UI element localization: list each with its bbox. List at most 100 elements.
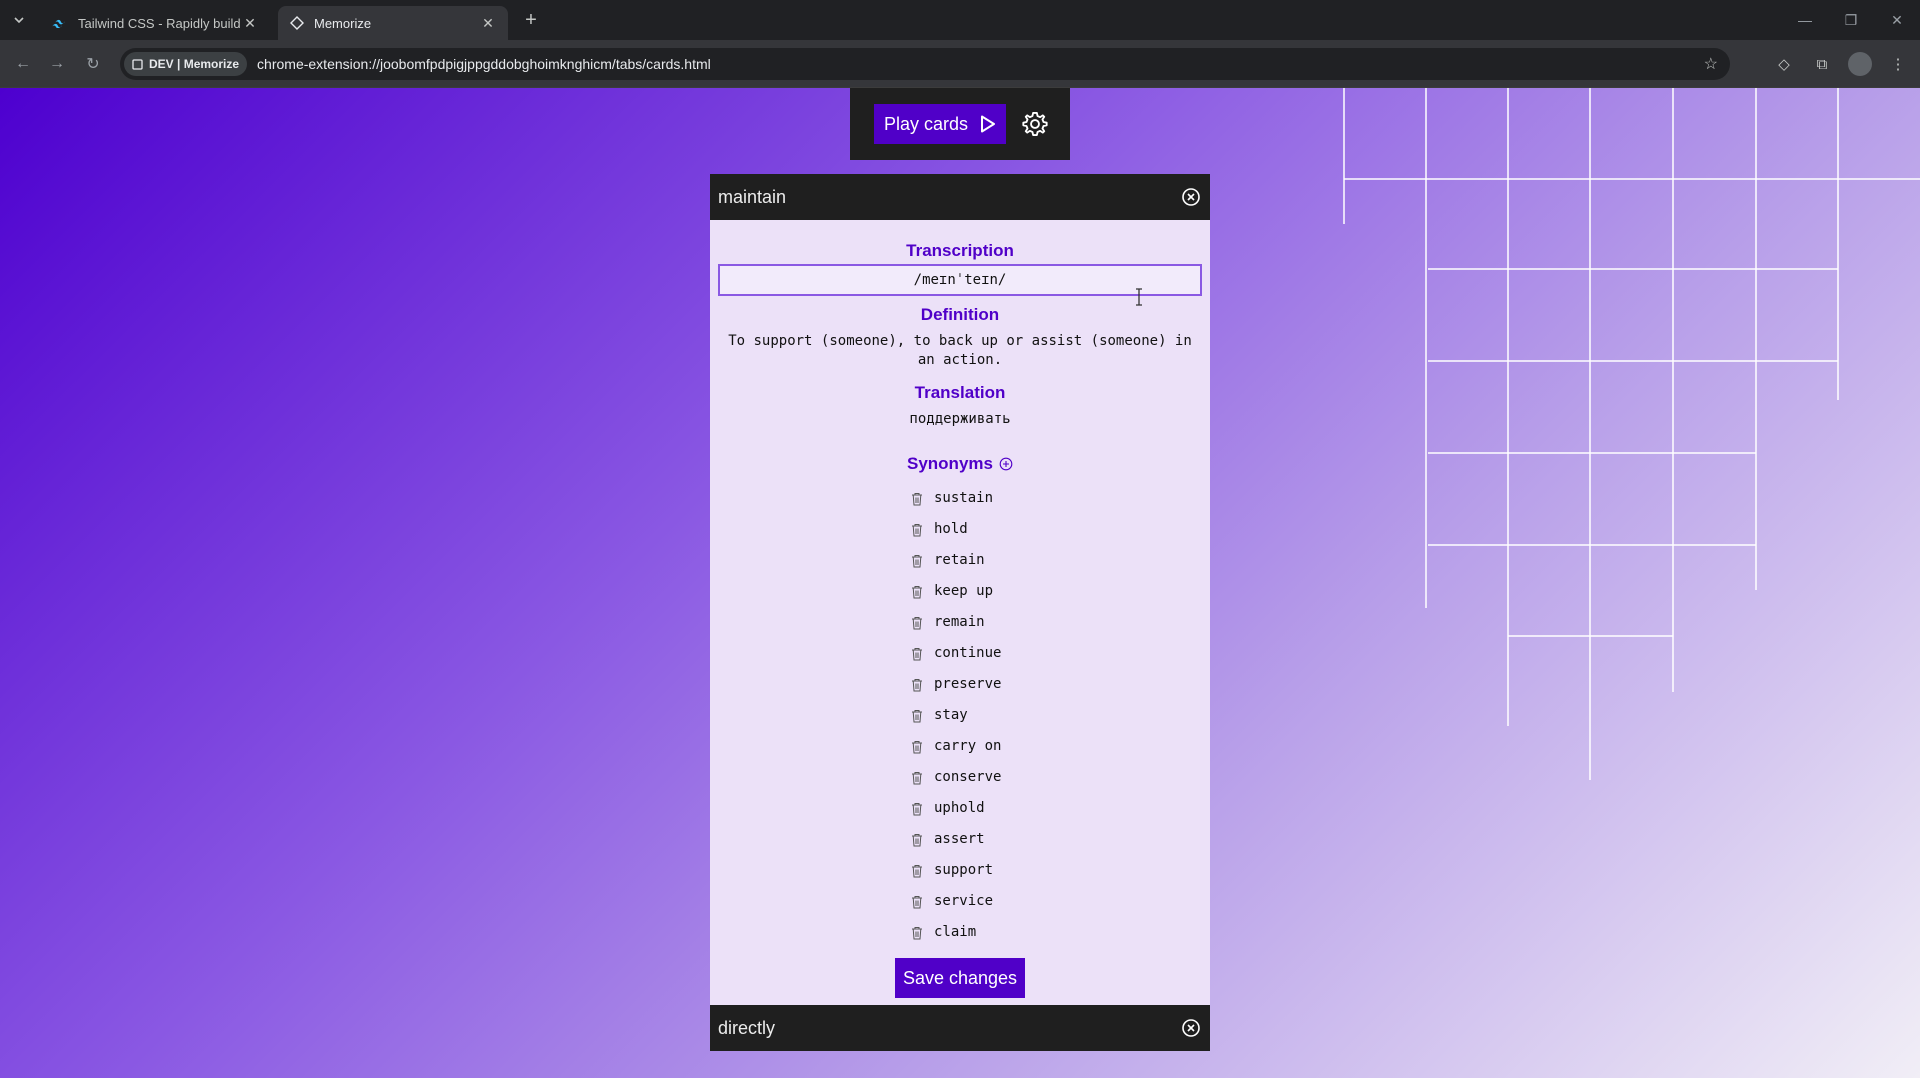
synonym-item: conserve <box>910 762 1030 793</box>
play-cards-button[interactable]: Play cards <box>874 104 1007 144</box>
transcription-input[interactable] <box>718 264 1202 296</box>
synonym-text[interactable]: continue <box>934 644 1001 663</box>
synonym-item: service <box>910 886 1030 917</box>
synonym-text[interactable]: service <box>934 892 993 911</box>
trash-icon[interactable] <box>910 615 924 631</box>
restore-icon[interactable]: ❐ <box>1828 0 1874 40</box>
new-tab-button[interactable]: + <box>520 9 542 31</box>
bookmark-star-icon[interactable]: ☆ <box>1704 54 1718 74</box>
tab-title: Tailwind CSS - Rapidly build m <box>78 15 242 31</box>
synonym-text[interactable]: support <box>934 861 993 880</box>
synonym-text[interactable]: assert <box>934 830 985 849</box>
back-icon[interactable]: ← <box>12 53 34 75</box>
trash-icon[interactable] <box>910 646 924 662</box>
reload-icon[interactable]: ↻ <box>82 53 104 75</box>
save-changes-button[interactable]: Save changes <box>894 958 1026 998</box>
trash-icon[interactable] <box>910 739 924 755</box>
synonym-item: stay <box>910 700 1030 731</box>
trash-icon[interactable] <box>910 584 924 600</box>
play-cards-label: Play cards <box>884 113 969 134</box>
profile-avatar[interactable] <box>1848 52 1872 76</box>
tab-memorize[interactable]: Memorize ✕ <box>278 6 508 40</box>
tailwind-favicon-icon <box>52 19 65 28</box>
add-synonym-icon[interactable] <box>999 457 1013 471</box>
synonym-text[interactable]: keep up <box>934 582 993 601</box>
toolbar-actions: ◇ ⧉ ⋮ <box>1772 52 1910 76</box>
synonym-text[interactable]: claim <box>934 923 976 942</box>
tab-title: Memorize <box>314 15 372 31</box>
synonym-item: remain <box>910 607 1030 638</box>
site-info-chip[interactable]: DEV | Memorize <box>124 52 248 76</box>
trash-icon[interactable] <box>910 894 924 910</box>
card-word: maintain <box>718 186 787 207</box>
tab-search-button[interactable] <box>8 9 30 31</box>
controls-panel: Play cards <box>850 88 1070 160</box>
synonym-item: retain <box>910 545 1030 576</box>
window-controls: — ❐ ✕ <box>1782 0 1920 40</box>
text-cursor-icon <box>1136 288 1142 306</box>
synonym-text[interactable]: hold <box>934 520 968 539</box>
url-text: chrome-extension://joobomfpdpigjppgddobg… <box>257 56 711 72</box>
page-background: Play cards maintain Transcription Defini… <box>0 88 1920 1078</box>
synonym-item: uphold <box>910 793 1030 824</box>
translation-label: Translation <box>914 383 1006 402</box>
synonym-text[interactable]: conserve <box>934 768 1001 787</box>
trash-icon[interactable] <box>910 553 924 569</box>
synonym-text[interactable]: preserve <box>934 675 1001 694</box>
trash-icon[interactable] <box>910 863 924 879</box>
close-circle-icon <box>1182 1019 1200 1037</box>
trash-icon[interactable] <box>910 491 924 507</box>
synonym-text[interactable]: sustain <box>934 489 993 508</box>
definition-label: Definition <box>920 305 1000 324</box>
synonym-text[interactable]: stay <box>934 706 968 725</box>
settings-button[interactable] <box>1020 109 1050 139</box>
play-icon <box>981 115 996 133</box>
trash-icon[interactable] <box>910 522 924 538</box>
synonym-item: assert <box>910 824 1030 855</box>
address-bar[interactable]: DEV | Memorize chrome-extension://joobom… <box>120 48 1730 80</box>
synonym-text[interactable]: remain <box>934 613 985 632</box>
synonym-text[interactable]: carry on <box>934 737 1001 756</box>
synonyms-label: Synonyms <box>907 454 993 473</box>
translation-text[interactable]: поддерживать <box>718 404 1202 453</box>
trash-icon[interactable] <box>910 801 924 817</box>
close-icon[interactable]: ✕ <box>480 15 496 31</box>
gear-icon <box>1022 111 1048 137</box>
trash-icon[interactable] <box>910 770 924 786</box>
synonyms-list: sustain hold retain keep up remain continue pr… <box>910 483 1030 948</box>
close-icon[interactable]: ✕ <box>242 15 258 31</box>
synonym-text[interactable]: uphold <box>934 799 985 818</box>
tab-tailwind[interactable]: Tailwind CSS - Rapidly build m ✕ <box>40 6 270 40</box>
close-circle-icon <box>1182 188 1200 206</box>
synonym-item: carry on <box>910 731 1030 762</box>
trash-icon[interactable] <box>910 832 924 848</box>
menu-kebab-icon[interactable]: ⋮ <box>1886 52 1910 76</box>
synonym-item: support <box>910 855 1030 886</box>
synonym-item: preserve <box>910 669 1030 700</box>
trash-icon[interactable] <box>910 677 924 693</box>
minimize-icon[interactable]: — <box>1782 0 1828 40</box>
synonym-item: claim <box>910 917 1030 948</box>
remove-card-button[interactable] <box>1180 1017 1202 1039</box>
browser-toolbar: ← → ↻ DEV | Memorize chrome-extension://… <box>0 40 1920 88</box>
trash-icon[interactable] <box>910 925 924 941</box>
card-word: directly <box>718 1017 776 1038</box>
extensions-puzzle-icon[interactable]: ⧉ <box>1810 52 1834 76</box>
definition-text[interactable]: To support (someone), to back up or assi… <box>718 326 1202 382</box>
synonym-text[interactable]: retain <box>934 551 985 570</box>
synonym-item: hold <box>910 514 1030 545</box>
extension-diamond-icon[interactable]: ◇ <box>1772 52 1796 76</box>
remove-card-button[interactable] <box>1180 186 1202 208</box>
chevron-down-icon <box>14 17 24 24</box>
card-header[interactable]: maintain <box>710 174 1210 220</box>
site-chip-label: DEV | Memorize <box>149 57 240 71</box>
browser-tab-bar: Tailwind CSS - Rapidly build m ✕ Memoriz… <box>0 0 1920 40</box>
synonym-item: sustain <box>910 483 1030 514</box>
synonyms-header: Synonyms <box>718 453 1202 475</box>
forward-icon[interactable]: → <box>46 53 68 75</box>
word-card-collapsed[interactable]: directly <box>710 1005 1210 1051</box>
card-body: Transcription Definition To support (som… <box>710 220 1210 1006</box>
transcription-label: Transcription <box>906 241 1014 260</box>
close-window-icon[interactable]: ✕ <box>1874 0 1920 40</box>
trash-icon[interactable] <box>910 708 924 724</box>
